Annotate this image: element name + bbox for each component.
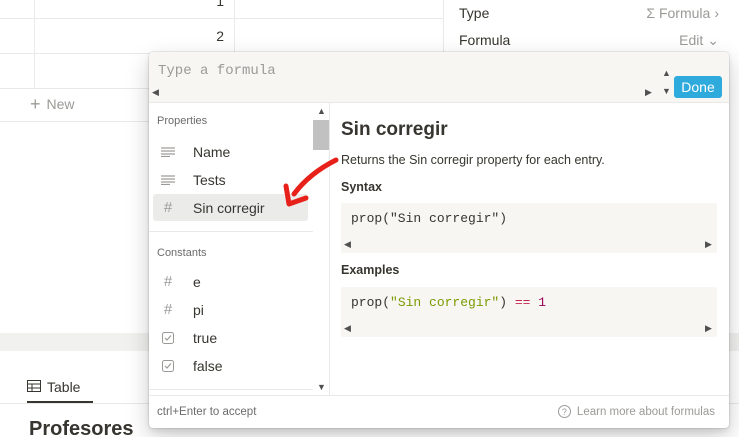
formula-editor: ◀ ▶ ▲ ▼ Done bbox=[149, 52, 729, 103]
property-formula-label: Formula bbox=[459, 32, 511, 48]
scroll-right-icon[interactable]: ▶ bbox=[645, 87, 652, 97]
property-type-value[interactable]: Σ Formula › bbox=[646, 5, 719, 21]
property-type-label: Type bbox=[459, 5, 490, 21]
horizontal-scrollbar[interactable]: ◀ ▶ bbox=[149, 85, 659, 99]
chevron-down-icon: ⌄ bbox=[707, 31, 719, 48]
learn-more-link[interactable]: ? Learn more about formulas bbox=[557, 405, 715, 418]
list-item-constant-e[interactable]: # e bbox=[153, 268, 308, 295]
plus-icon: + bbox=[30, 94, 41, 114]
doc-description: Returns the Sin corregir property for ea… bbox=[341, 153, 605, 167]
popup-footer: ctrl+Enter to accept ? Learn more about … bbox=[149, 395, 729, 428]
section-label-constants: Constants bbox=[157, 247, 207, 259]
list-item-constant-pi[interactable]: # pi bbox=[153, 296, 308, 323]
list-item-constant-false[interactable]: false bbox=[153, 352, 308, 379]
text-lines-icon bbox=[153, 146, 183, 157]
number-hash-icon: # bbox=[163, 301, 173, 318]
number-hash-icon: # bbox=[163, 199, 173, 216]
checkbox-icon bbox=[153, 331, 183, 344]
syntax-code: prop("Sin corregir") bbox=[351, 211, 508, 226]
list-item-constant-true[interactable]: true bbox=[153, 324, 308, 351]
property-type-row[interactable]: Type Σ Formula › bbox=[459, 1, 719, 25]
checkbox-icon bbox=[153, 359, 183, 372]
chevron-right-icon: › bbox=[714, 5, 719, 21]
vertical-scrollbar[interactable]: ▲ ▼ bbox=[659, 68, 673, 100]
cell-value: 2 bbox=[216, 28, 224, 44]
syntax-heading: Syntax bbox=[341, 180, 382, 194]
doc-title: Sin corregir bbox=[341, 119, 448, 140]
formula-editor-popup: ◀ ▶ ▲ ▼ Done Properties Name Tests # Sin… bbox=[149, 52, 729, 428]
tab-table-view[interactable]: Table bbox=[27, 371, 80, 403]
scroll-left-icon[interactable]: ◀ bbox=[152, 87, 159, 97]
help-icon: ? bbox=[557, 405, 571, 418]
divider bbox=[443, 0, 444, 60]
formula-reference-list: Properties Name Tests # Sin corregir Con… bbox=[149, 103, 330, 395]
scroll-down-icon[interactable]: ▼ bbox=[662, 86, 671, 96]
new-row-label: New bbox=[46, 96, 75, 112]
done-button[interactable]: Done bbox=[674, 76, 722, 98]
scroll-down-icon[interactable]: ▼ bbox=[317, 382, 326, 392]
sigma-icon: Σ bbox=[646, 5, 655, 21]
cell-value: 1 bbox=[216, 0, 224, 9]
examples-heading: Examples bbox=[341, 263, 400, 277]
example-code: prop("Sin corregir") == 1 bbox=[351, 295, 547, 310]
scrollbar-thumb[interactable] bbox=[313, 120, 329, 150]
page-title: Profesores bbox=[29, 418, 134, 437]
list-item-property-tests[interactable]: Tests bbox=[153, 166, 308, 193]
table-row[interactable]: 2 bbox=[0, 19, 444, 54]
list-item-property-name[interactable]: Name bbox=[153, 138, 308, 165]
scroll-left-icon[interactable]: ◀ bbox=[344, 323, 351, 333]
scroll-right-icon[interactable]: ▶ bbox=[705, 239, 712, 249]
table-row[interactable]: 1 bbox=[0, 0, 444, 19]
section-label-properties: Properties bbox=[157, 115, 208, 127]
divider bbox=[149, 231, 313, 232]
property-formula-row[interactable]: Formula Edit ⌄ bbox=[459, 28, 719, 52]
example-code-block: prop("Sin corregir") == 1 ◀ ▶ bbox=[341, 287, 717, 337]
divider bbox=[149, 389, 313, 390]
syntax-code-block: prop("Sin corregir") ◀ ▶ bbox=[341, 203, 717, 253]
list-item-property-sin-corregir[interactable]: # Sin corregir bbox=[153, 194, 308, 221]
horizontal-scrollbar[interactable]: ◀ ▶ bbox=[341, 237, 717, 251]
tab-label: Table bbox=[47, 379, 81, 395]
new-row-button[interactable]: + New bbox=[30, 94, 75, 114]
property-formula-value[interactable]: Edit ⌄ bbox=[679, 32, 719, 49]
text-lines-icon bbox=[153, 174, 183, 185]
scroll-up-icon[interactable]: ▲ bbox=[317, 106, 326, 116]
table-icon bbox=[27, 379, 41, 395]
formula-documentation: Sin corregir Returns the Sin corregir pr… bbox=[331, 103, 729, 395]
horizontal-scrollbar[interactable]: ◀ ▶ bbox=[341, 321, 717, 335]
scroll-right-icon[interactable]: ▶ bbox=[705, 323, 712, 333]
formula-input[interactable] bbox=[158, 61, 658, 81]
number-hash-icon: # bbox=[163, 273, 173, 290]
scroll-up-icon[interactable]: ▲ bbox=[662, 68, 671, 78]
keyboard-hint: ctrl+Enter to accept bbox=[157, 406, 257, 418]
scroll-left-icon[interactable]: ◀ bbox=[344, 239, 351, 249]
